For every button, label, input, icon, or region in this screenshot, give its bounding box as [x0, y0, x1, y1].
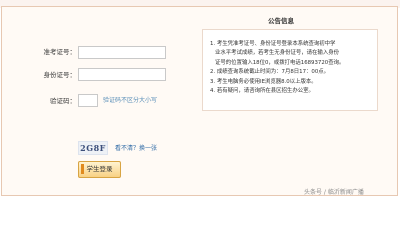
captcha-label: 验证码： [50, 97, 76, 105]
notice-item: 2. 成绩查询系统截止时间为：7月8日17：00点。 [210, 69, 330, 76]
student-login-label: 学生登录 [86, 165, 113, 173]
captcha-image[interactable]: 2G8F [78, 141, 108, 155]
exam-id-label: 准考证号： [43, 48, 77, 56]
exam-id-input[interactable] [78, 46, 166, 59]
captcha-hint: 验证码不区分大小写 [103, 97, 158, 104]
button-marker-icon [81, 164, 84, 174]
notice-title: 公告信息 [268, 17, 294, 25]
notice-item: 3. 考生电脑务必使用IE浏览器8.0以上版本。 [210, 78, 317, 85]
id-card-input[interactable] [78, 68, 166, 81]
student-login-button[interactable]: 学生登录 [78, 161, 121, 178]
notice-list: 1. 考生凭准考证号、身份证号登录本系统查询初中学 业水平考试成绩，若考生无身份… [210, 40, 380, 96]
notice-item: 1. 考生凭准考证号、身份证号登录本系统查询初中学 [210, 41, 336, 47]
watermark-text: 头条号 / 临沂新闻广播 [304, 189, 364, 196]
notice-item: 4. 若有疑问，请咨询所在县区招生办公室。 [210, 88, 314, 95]
notice-item: 业水平考试成绩，若考生无身份证号，请在输入身份 [215, 50, 339, 57]
notice-item: 证号的位置输入18位0，或拨打电话16893720查询。 [215, 59, 345, 66]
captcha-input[interactable] [78, 94, 98, 107]
id-card-label: 身份证号： [43, 71, 77, 79]
refresh-captcha-link[interactable]: 看不清？换一张 [115, 145, 157, 153]
